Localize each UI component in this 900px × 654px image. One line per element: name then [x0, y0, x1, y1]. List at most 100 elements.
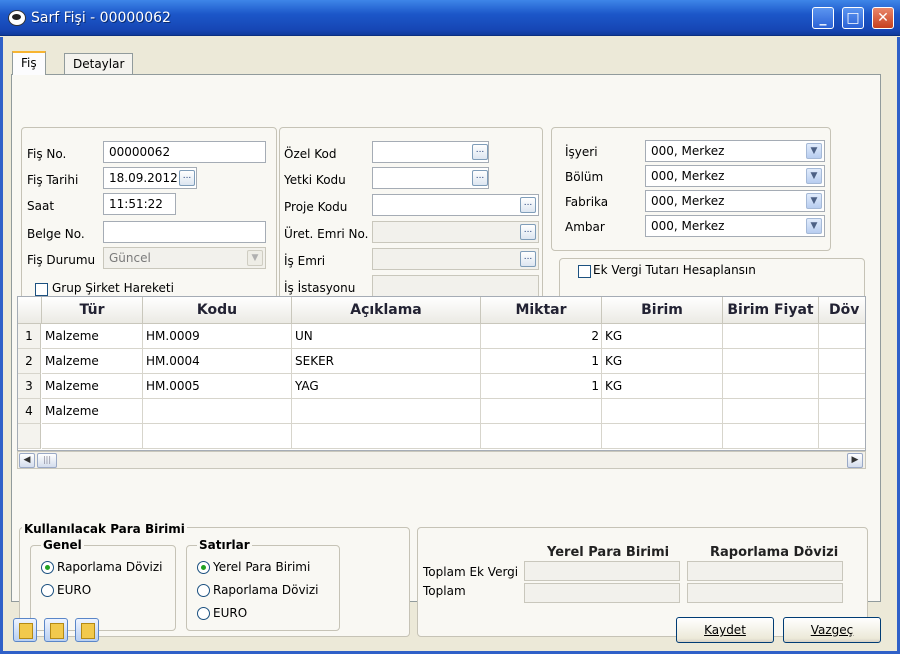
- cell-birim-fiyat[interactable]: [723, 324, 819, 349]
- genel-euro-label: EURO: [57, 583, 92, 597]
- genel-raporlama-radio[interactable]: [41, 561, 54, 574]
- cell-aciklama[interactable]: UN: [292, 324, 481, 349]
- scroll-left-icon[interactable]: ◀: [19, 453, 35, 468]
- cell-kodu[interactable]: [143, 399, 292, 424]
- cell-miktar[interactable]: 1: [481, 374, 602, 399]
- cell-tur[interactable]: [42, 424, 143, 449]
- tab-fis[interactable]: Fiş: [12, 51, 46, 75]
- satirlar-group-title: Satırlar: [197, 538, 252, 552]
- cell-miktar[interactable]: 1: [481, 349, 602, 374]
- date-picker-button[interactable]: ...: [179, 170, 195, 186]
- cell-birim[interactable]: KG: [602, 374, 723, 399]
- grid-col-aciklama[interactable]: Açıklama: [292, 297, 481, 324]
- cell-doviz[interactable]: [819, 349, 865, 374]
- genel-euro-radio[interactable]: [41, 584, 54, 597]
- satirlar-yerel-radio[interactable]: [197, 561, 210, 574]
- scroll-thumb[interactable]: |||: [37, 453, 57, 468]
- uret-emri-no-label: Üret. Emri No.: [284, 227, 369, 241]
- cell-kodu[interactable]: [143, 424, 292, 449]
- cell-birim-fiyat[interactable]: [723, 399, 819, 424]
- row-number[interactable]: 2: [18, 349, 41, 374]
- grid-col-tur[interactable]: Tür: [42, 297, 143, 324]
- grid-horizontal-scrollbar[interactable]: ◀ ||| ▶: [17, 451, 866, 469]
- cell-kodu[interactable]: HM.0009: [143, 324, 292, 349]
- cell-tur[interactable]: Malzeme: [42, 399, 143, 424]
- fis-no-field[interactable]: 00000062: [103, 141, 266, 163]
- chevron-down-icon[interactable]: ▼: [247, 250, 263, 266]
- is-emri-field[interactable]: [372, 248, 539, 270]
- cell-birim-fiyat[interactable]: [723, 374, 819, 399]
- satirlar-yerel-label: Yerel Para Birimi: [213, 560, 311, 574]
- proje-kodu-field[interactable]: [372, 194, 539, 216]
- cell-tur[interactable]: Malzeme: [42, 374, 143, 399]
- is-istasyonu-field[interactable]: [372, 275, 539, 297]
- cell-kodu[interactable]: HM.0005: [143, 374, 292, 399]
- isyeri-select[interactable]: 000, Merkez: [645, 140, 825, 162]
- close-button[interactable]: ✕: [872, 7, 894, 29]
- tab-detaylar[interactable]: Detaylar: [64, 53, 134, 75]
- ambar-select[interactable]: 000, Merkez: [645, 215, 825, 237]
- toplam-ek-vergi-local: [524, 561, 680, 581]
- uret-emri-lookup-button[interactable]: ...: [520, 224, 536, 240]
- toolbar-edit-icon[interactable]: [13, 618, 37, 642]
- proje-kodu-lookup-button[interactable]: ...: [520, 197, 536, 213]
- cell-birim[interactable]: KG: [602, 349, 723, 374]
- cell-birim[interactable]: KG: [602, 324, 723, 349]
- row-number[interactable]: 4: [18, 399, 41, 424]
- is-emri-lookup-button[interactable]: ...: [520, 251, 536, 267]
- satirlar-group: Satırlar Yerel Para Birimi Raporlama Döv…: [186, 538, 340, 631]
- cell-birim-fiyat[interactable]: [723, 424, 819, 449]
- fabrika-select[interactable]: 000, Merkez: [645, 190, 825, 212]
- toolbar-report-icon[interactable]: [75, 618, 99, 642]
- yetki-kodu-lookup-button[interactable]: ...: [472, 170, 488, 186]
- row-number[interactable]: 1: [18, 324, 41, 349]
- satirlar-euro-radio[interactable]: [197, 607, 210, 620]
- cell-doviz[interactable]: [819, 324, 865, 349]
- maximize-button[interactable]: □: [842, 7, 864, 29]
- ek-vergi-checkbox[interactable]: [578, 265, 591, 278]
- cell-tur[interactable]: Malzeme: [42, 324, 143, 349]
- bolum-select[interactable]: 000, Merkez: [645, 165, 825, 187]
- cell-aciklama[interactable]: [292, 399, 481, 424]
- chevron-down-icon[interactable]: ▼: [806, 193, 822, 209]
- saat-field[interactable]: 11:51:22: [103, 193, 176, 215]
- cell-birim[interactable]: [602, 399, 723, 424]
- toplam-ek-vergi-report: [687, 561, 843, 581]
- cell-miktar[interactable]: 2: [481, 324, 602, 349]
- scroll-right-icon[interactable]: ▶: [847, 453, 863, 468]
- cell-birim[interactable]: [602, 424, 723, 449]
- cell-aciklama[interactable]: YAG: [292, 374, 481, 399]
- cell-doviz[interactable]: [819, 374, 865, 399]
- row-number[interactable]: [18, 424, 41, 449]
- grid-col-kodu[interactable]: Kodu: [143, 297, 292, 324]
- cancel-button[interactable]: Vazgeç: [783, 617, 881, 643]
- row-number[interactable]: 3: [18, 374, 41, 399]
- save-button[interactable]: Kaydet: [676, 617, 774, 643]
- chevron-down-icon[interactable]: ▼: [806, 143, 822, 159]
- ozel-kod-lookup-button[interactable]: ...: [472, 144, 488, 160]
- chevron-down-icon[interactable]: ▼: [806, 168, 822, 184]
- cell-doviz[interactable]: [819, 424, 865, 449]
- uret-emri-no-field[interactable]: [372, 221, 539, 243]
- cell-kodu[interactable]: HM.0004: [143, 349, 292, 374]
- cell-miktar[interactable]: [481, 399, 602, 424]
- cell-tur[interactable]: Malzeme: [42, 349, 143, 374]
- cell-miktar[interactable]: [481, 424, 602, 449]
- grid-col-miktar[interactable]: Miktar: [481, 297, 602, 324]
- grid-col-birim-fiyat[interactable]: Birim Fiyat: [723, 297, 819, 324]
- toplam-report: [687, 583, 843, 603]
- grid-col-doviz[interactable]: Döv: [819, 297, 865, 324]
- cell-aciklama[interactable]: [292, 424, 481, 449]
- cell-aciklama[interactable]: SEKER: [292, 349, 481, 374]
- cell-doviz[interactable]: [819, 399, 865, 424]
- belge-no-field[interactable]: [103, 221, 266, 243]
- satirlar-raporlama-radio[interactable]: [197, 584, 210, 597]
- grid-col-birim[interactable]: Birim: [602, 297, 723, 324]
- fis-durumu-select[interactable]: Güncel: [103, 247, 266, 269]
- cell-birim-fiyat[interactable]: [723, 349, 819, 374]
- minimize-button[interactable]: _: [812, 7, 834, 29]
- toolbar-document-icon[interactable]: [44, 618, 68, 642]
- grup-sirket-checkbox[interactable]: [35, 283, 48, 296]
- chevron-down-icon[interactable]: ▼: [806, 218, 822, 234]
- saat-label: Saat: [27, 199, 55, 213]
